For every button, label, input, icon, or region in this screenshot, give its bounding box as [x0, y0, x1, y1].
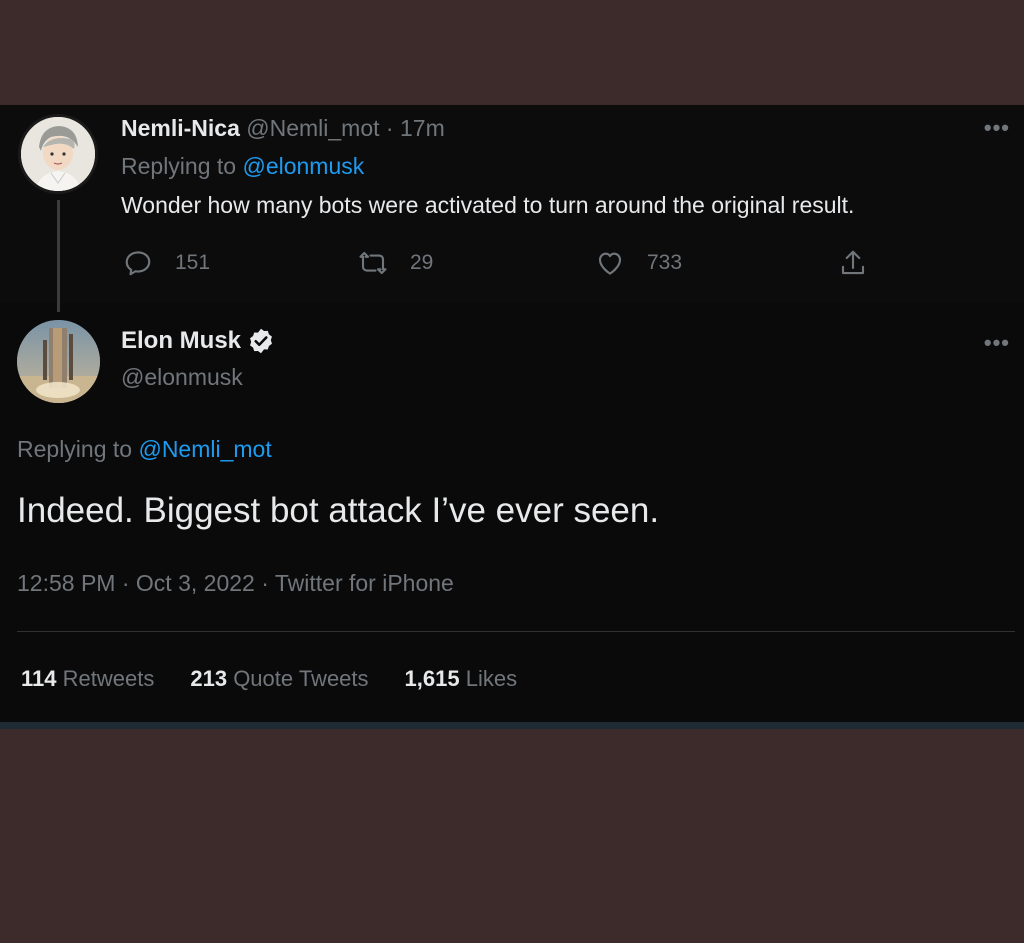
replying-to-link[interactable]: @elonmusk [242, 153, 364, 179]
replying-prefix: Replying to [17, 436, 133, 462]
reply-icon [125, 251, 151, 276]
tweet-date[interactable]: Oct 3, 2022 [136, 570, 255, 596]
retweet-button[interactable]: 29 [358, 248, 433, 278]
avatar[interactable] [17, 320, 100, 403]
replying-to: Replying to @elonmusk [121, 153, 364, 180]
thread-line [57, 200, 60, 312]
tweet-stats: 114 Retweets 213 Quote Tweets 1,615 Like… [21, 666, 517, 692]
reply-tweet-header: Nemli-Nica @Nemli_mot · 17m [121, 115, 445, 142]
frame-bottom-border [0, 722, 1024, 729]
tweet-client[interactable]: Twitter for iPhone [275, 570, 454, 596]
display-name[interactable]: Elon Musk [121, 327, 241, 355]
more-icon[interactable]: ••• [984, 330, 1010, 356]
separator-dot: · [261, 570, 269, 596]
handle[interactable]: @elonmusk [121, 364, 243, 391]
reply-button[interactable]: 151 [123, 248, 210, 278]
retweet-icon [359, 251, 387, 275]
quote-tweets-count: 213 [190, 666, 228, 691]
share-button[interactable] [838, 248, 890, 278]
handle[interactable]: @Nemli_mot [246, 115, 379, 141]
retweets-stat[interactable]: 114 Retweets [21, 666, 154, 692]
avatar[interactable] [18, 114, 98, 194]
likes-label: Likes [465, 666, 518, 691]
quote-tweets-stat[interactable]: 213 Quote Tweets [190, 666, 368, 692]
more-icon[interactable]: ••• [984, 115, 1010, 141]
replying-to-link[interactable]: @Nemli_mot [138, 436, 271, 462]
likes-stat[interactable]: 1,615 Likes [405, 666, 518, 692]
retweets-label: Retweets [62, 666, 155, 691]
tweet-text: Indeed. Biggest bot attack I’ve ever see… [17, 491, 660, 530]
like-count: 733 [647, 251, 683, 274]
divider [17, 631, 1015, 632]
tweet-thread-card: Nemli-Nica @Nemli_mot · 17m ••• Replying… [0, 105, 1024, 725]
share-icon [841, 250, 865, 275]
like-icon [598, 252, 622, 275]
tweet-meta: 12:58 PM · Oct 3, 2022 · Twitter for iPh… [17, 570, 454, 597]
timestamp[interactable]: 17m [400, 115, 445, 141]
retweet-count: 29 [410, 251, 434, 274]
replying-to: Replying to @Nemli_mot [17, 436, 272, 463]
verified-badge-icon [250, 328, 272, 354]
reply-tweet[interactable]: Nemli-Nica @Nemli_mot · 17m ••• Replying… [0, 105, 1024, 312]
reply-count: 151 [175, 251, 211, 274]
retweets-count: 114 [21, 666, 57, 691]
like-button[interactable]: 733 [595, 248, 682, 278]
quote-tweets-label: Quote Tweets [233, 666, 369, 691]
likes-count: 1,615 [404, 666, 460, 691]
separator-dot: · [385, 115, 394, 141]
tweet-text: Wonder how many bots were activated to t… [121, 192, 855, 218]
separator-dot: · [121, 570, 130, 596]
tweet-time[interactable]: 12:58 PM [17, 570, 115, 596]
display-name[interactable]: Nemli-Nica [121, 115, 240, 141]
main-tweet-name-row: Elon Musk [121, 327, 275, 355]
replying-prefix: Replying to [121, 153, 237, 179]
